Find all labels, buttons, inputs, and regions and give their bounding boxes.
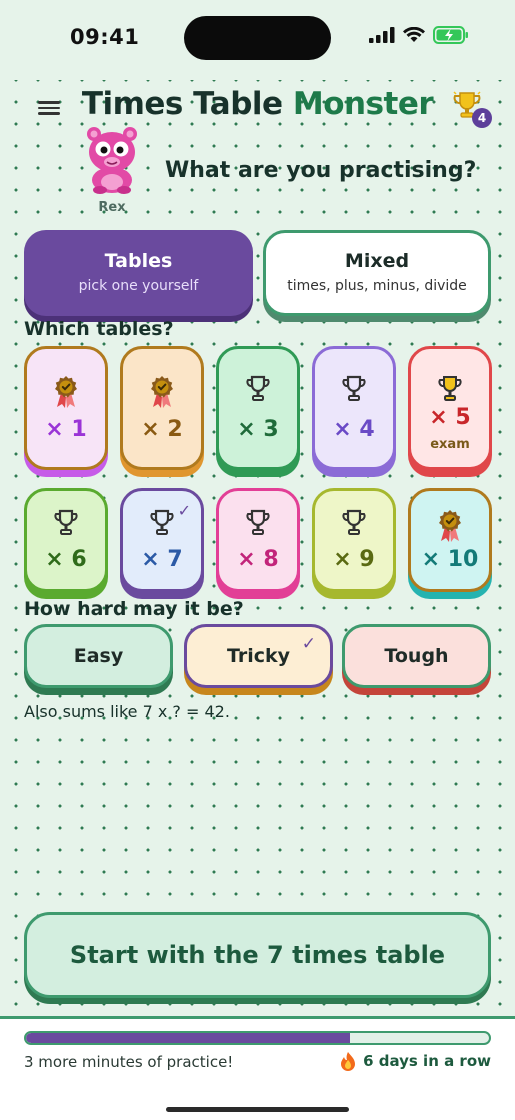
- trophy-count-badge: 4: [472, 108, 492, 128]
- table-label: × 3: [237, 417, 279, 442]
- status-time: 09:41: [70, 25, 140, 49]
- table-label: × 9: [333, 547, 375, 572]
- start-button[interactable]: Start with the 7 times table: [24, 912, 491, 998]
- check-icon: ✓: [177, 501, 191, 520]
- mascot-name: Rex: [98, 200, 126, 215]
- table-tile[interactable]: × 1: [24, 346, 108, 470]
- table-label: × 1: [45, 417, 87, 442]
- practice-remaining-text: 3 more minutes of practice!: [24, 1053, 234, 1071]
- check-icon: ✓: [301, 634, 316, 654]
- streak: 6 days in a row: [339, 1051, 491, 1071]
- progress-fill: [26, 1033, 351, 1043]
- table-tile[interactable]: × 7 ✓: [120, 488, 204, 592]
- difficulty-label: Tough: [384, 645, 449, 667]
- difficulty-option[interactable]: Tough: [342, 624, 491, 688]
- streak-text: 6 days in a row: [363, 1052, 491, 1070]
- table-tile[interactable]: × 2: [120, 346, 204, 470]
- table-label: × 4: [333, 417, 375, 442]
- difficulty-label: Tricky: [226, 645, 291, 667]
- status-icons: [369, 26, 469, 44]
- table-label: × 10: [421, 547, 479, 572]
- practice-question: What are you practising?: [165, 158, 477, 183]
- trophies-button[interactable]: 4: [452, 88, 494, 130]
- trophy-icon: [219, 509, 297, 539]
- mode-mixed-card[interactable]: Mixed times, plus, minus, divide: [263, 230, 491, 316]
- table-label: × 2: [141, 417, 183, 442]
- trophy-icon: [219, 375, 297, 405]
- difficulty-label: Easy: [73, 645, 124, 667]
- wifi-icon: [403, 27, 425, 42]
- table-tile[interactable]: × 10: [408, 488, 492, 592]
- table-tile[interactable]: × 8: [216, 488, 300, 592]
- difficulty-option[interactable]: Tricky ✓: [184, 624, 333, 688]
- medal-icon: [27, 375, 105, 409]
- mode-tables-card[interactable]: Tables pick one yourself: [24, 230, 253, 316]
- dynamic-island: [184, 16, 331, 60]
- app-title: Times Table Monster: [81, 86, 434, 122]
- difficulty-option[interactable]: Easy: [24, 624, 173, 688]
- mode-subtitle: pick one yourself: [78, 278, 199, 294]
- footer: 3 more minutes of practice! 6 days in a …: [0, 1016, 515, 1120]
- battery-charging-icon: [433, 26, 468, 44]
- trophy-icon: [27, 509, 105, 539]
- table-label: × 8: [237, 547, 279, 572]
- status-bar: 09:41: [0, 0, 515, 80]
- trophy-icon: [315, 509, 393, 539]
- monster-mascot-icon: [87, 127, 137, 194]
- difficulty-section-label: How hard may it be?: [24, 598, 244, 620]
- medal-icon: [411, 509, 489, 543]
- medal-icon: [123, 375, 201, 409]
- trophy-icon: [315, 375, 393, 405]
- difficulty-hint: Also sums like 7 x ? = 42.: [24, 702, 230, 721]
- table-label: × 5: [429, 405, 471, 430]
- mode-subtitle: times, plus, minus, divide: [287, 278, 467, 294]
- practice-progress-bar: [24, 1031, 491, 1045]
- table-tile[interactable]: × 4: [312, 346, 396, 470]
- table-tile[interactable]: × 9: [312, 488, 396, 592]
- table-label: × 6: [45, 547, 87, 572]
- mode-title: Tables: [104, 250, 173, 272]
- table-tile[interactable]: × 6: [24, 488, 108, 592]
- table-sublabel: exam: [430, 437, 470, 452]
- home-indicator: [166, 1107, 349, 1112]
- tables-section-label: Which tables?: [24, 318, 174, 340]
- signal-icon: [369, 27, 395, 43]
- table-tile[interactable]: × 5 exam: [408, 346, 492, 470]
- gold-trophy-icon: [411, 375, 489, 405]
- table-label: × 7: [141, 547, 183, 572]
- mode-title: Mixed: [344, 250, 410, 272]
- flame-icon: [341, 1052, 356, 1071]
- table-tile[interactable]: × 3: [216, 346, 300, 470]
